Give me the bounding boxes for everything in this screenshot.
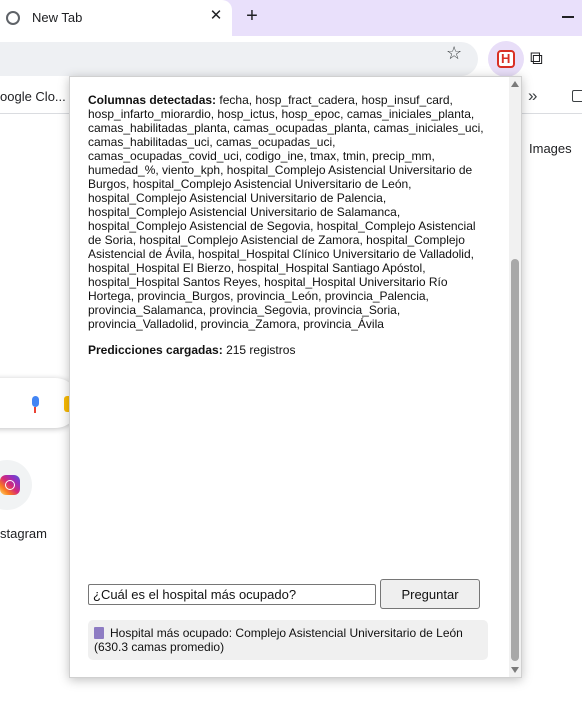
ask-button[interactable]: Preguntar — [380, 579, 480, 609]
predictions-label: Predicciones cargadas: — [88, 343, 223, 357]
columns-label: Columnas detectadas: — [88, 93, 217, 107]
chrome-icon — [6, 11, 20, 25]
popup-scrollbar[interactable] — [509, 77, 521, 677]
bookmark-folder-icon[interactable] — [572, 90, 582, 102]
tab-close-icon[interactable]: ✕ — [207, 7, 225, 25]
answer-box: Hospital más ocupado: Complejo Asistenci… — [88, 620, 488, 660]
minimize-icon[interactable] — [560, 8, 576, 24]
hospital-extension-button[interactable] — [488, 41, 524, 77]
bookmark-star-icon[interactable]: ☆ — [446, 43, 462, 64]
tab-new-tab[interactable]: New Tab ✕ — [0, 0, 232, 36]
instagram-icon — [0, 475, 20, 495]
extensions-puzzle-icon[interactable]: ⧉ — [530, 46, 554, 70]
images-link[interactable]: Images — [529, 141, 572, 156]
detected-columns: Columnas detectadas: fecha, hosp_fract_c… — [88, 93, 488, 331]
new-tab-button[interactable]: + — [242, 6, 262, 26]
predictions-value: 215 registros — [222, 343, 296, 357]
scrollbar-thumb[interactable] — [511, 259, 519, 661]
columns-value: fecha, hosp_fract_cadera, hosp_insuf_car… — [88, 93, 484, 331]
extension-popup: Columnas detectadas: fecha, hosp_fract_c… — [69, 76, 522, 678]
hospital-logo-icon — [497, 50, 515, 68]
browser-toolbar: ☆ ⧉ — [0, 36, 582, 80]
microphone-icon[interactable] — [30, 396, 40, 414]
question-input[interactable] — [88, 584, 376, 605]
shortcut-label: stagram — [0, 526, 47, 541]
address-bar[interactable] — [0, 42, 478, 76]
bookmarks-more-icon[interactable]: » — [528, 86, 537, 106]
hospital-building-icon — [94, 627, 104, 639]
bookmark-item[interactable]: oogle Clo... — [0, 89, 66, 104]
scroll-down-arrow-icon[interactable] — [511, 667, 519, 673]
loaded-predictions: Predicciones cargadas: 215 registros — [88, 343, 488, 357]
answer-text: Hospital más ocupado: Complejo Asistenci… — [94, 626, 463, 654]
tab-strip: New Tab ✕ + — [0, 0, 582, 36]
scroll-up-arrow-icon[interactable] — [511, 81, 519, 87]
tab-title: New Tab — [32, 10, 83, 25]
